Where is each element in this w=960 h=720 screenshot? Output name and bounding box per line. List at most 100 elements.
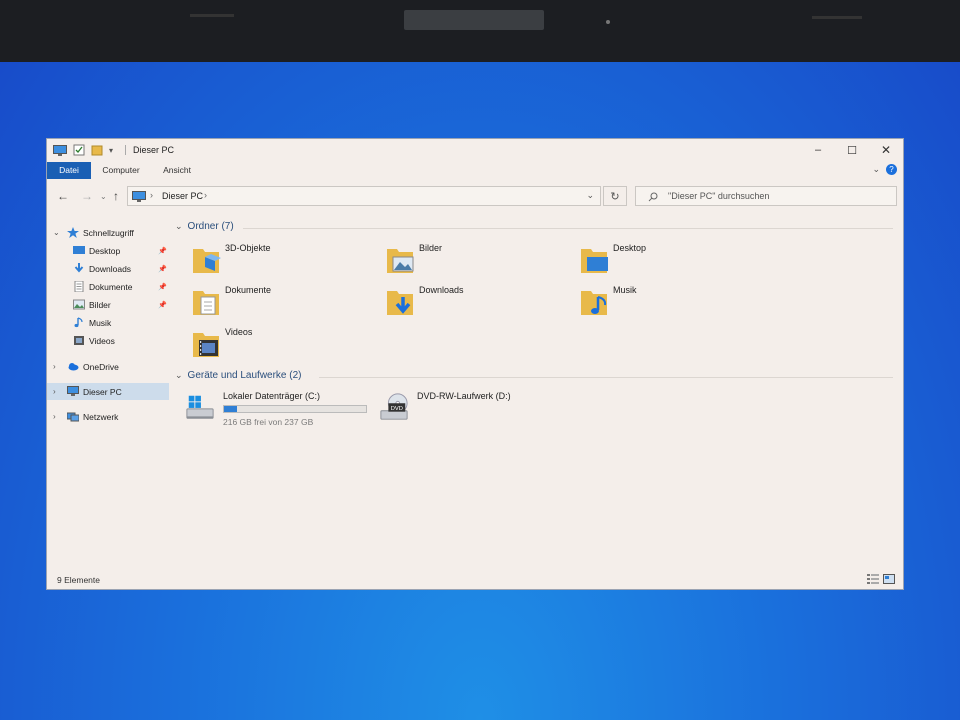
view-toggle-group — [867, 574, 895, 584]
section-header-ordner[interactable]: ⌄ Ordner (7) — [175, 221, 234, 232]
large-icons-view-icon[interactable] — [883, 574, 895, 584]
address-bar[interactable]: › Dieser PC › ⌄ — [127, 186, 601, 206]
sidebar-item-downloads[interactable]: Downloads 📌 — [47, 260, 169, 277]
pin-icon[interactable]: 📌 — [158, 283, 167, 291]
folder-desktop[interactable]: Desktop — [579, 243, 769, 283]
video-icon — [74, 336, 84, 345]
music-icon — [74, 317, 83, 328]
chevron-right-icon[interactable]: › — [53, 362, 56, 371]
file-explorer-window: ▾ Dieser PC – ☐ ✕ Datei Computer Ansicht… — [46, 138, 904, 590]
content-pane: ⌄ Ordner (7) 3D-Objekte Bilder Desktop D… — [171, 219, 901, 579]
window-title: Dieser PC — [133, 145, 175, 155]
address-dropdown-chevron-icon[interactable]: ⌄ — [586, 190, 594, 201]
drive-c[interactable]: Lokaler Datenträger (C:) 216 GB frei von… — [185, 391, 375, 431]
svg-text:DVD: DVD — [391, 406, 403, 412]
pin-icon[interactable]: 📌 — [158, 247, 167, 255]
drive-d[interactable]: DVD DVD-RW-Laufwerk (D:) — [379, 391, 569, 431]
windows-drive-icon — [186, 395, 214, 419]
sidebar-item-schnellzugriff[interactable]: ⌄ Schnellzugriff — [47, 224, 169, 241]
refresh-button[interactable]: ↻ — [603, 186, 627, 206]
network-icon — [67, 412, 79, 422]
customize-toolbar-icon[interactable]: ▾ — [109, 143, 113, 157]
sidebar-item-label: Desktop — [89, 245, 121, 256]
sidebar-item-label: Bilder — [89, 299, 111, 310]
ribbon-controls: ⌄ ? — [872, 164, 897, 175]
pin-icon[interactable]: 📌 — [158, 301, 167, 309]
address-path[interactable]: Dieser PC — [162, 191, 203, 201]
downloads-folder-icon — [387, 291, 413, 315]
folder-label: Desktop — [613, 243, 647, 253]
recent-locations-chevron-icon[interactable]: ⌄ — [100, 192, 107, 201]
chevron-right-icon[interactable]: › — [53, 412, 56, 421]
ribbon: Datei Computer Ansicht ⌄ ? — [47, 162, 903, 179]
minimize-button[interactable]: – — [803, 142, 833, 158]
folder-label: Videos — [225, 327, 253, 337]
star-icon — [67, 227, 79, 238]
section-title: Geräte und Laufwerke (2) — [187, 370, 302, 381]
tab-datei[interactable]: Datei — [47, 162, 91, 179]
dvd-drive-icon: DVD — [380, 393, 408, 420]
sidebar-item-dieser-pc[interactable]: › Dieser PC — [47, 383, 169, 400]
help-icon[interactable]: ? — [886, 164, 897, 175]
sidebar-item-dokumente[interactable]: Dokumente 📌 — [47, 278, 169, 295]
folder-dokumente[interactable]: Dokumente — [191, 285, 381, 325]
music-folder-icon — [581, 291, 607, 315]
chevron-down-icon[interactable]: ⌄ — [53, 228, 60, 237]
folder-label: Musik — [613, 285, 637, 295]
expand-ribbon-chevron-icon[interactable]: ⌄ — [872, 164, 880, 175]
sidebar-item-label: Dieser PC — [83, 386, 122, 397]
documents-folder-icon — [193, 291, 219, 315]
videos-folder-icon — [193, 333, 219, 357]
sidebar-item-netzwerk[interactable]: › Netzwerk — [47, 408, 169, 425]
bezel-slit — [190, 14, 234, 17]
sidebar-item-desktop[interactable]: Desktop 📌 — [47, 242, 169, 259]
sidebar-item-bilder[interactable]: Bilder 📌 — [47, 296, 169, 313]
chevron-down-icon[interactable]: ⌄ — [175, 370, 183, 381]
computer-icon — [67, 386, 79, 396]
up-arrow-icon[interactable]: ↑ — [113, 189, 119, 203]
section-divider — [319, 377, 893, 378]
maximize-button[interactable]: ☐ — [837, 142, 867, 158]
bezel-slit — [812, 16, 862, 19]
tab-computer[interactable]: Computer — [95, 162, 147, 179]
sidebar-item-onedrive[interactable]: › OneDrive — [47, 358, 169, 375]
sidebar-item-label: Downloads — [89, 263, 132, 274]
search-input[interactable]: "Dieser PC" durchsuchen — [635, 186, 897, 206]
sidebar-item-label: Musik — [89, 317, 112, 328]
sidebar-item-label: Netzwerk — [83, 411, 119, 422]
section-header-geraete[interactable]: ⌄ Geräte und Laufwerke (2) — [175, 370, 302, 381]
properties-icon[interactable] — [73, 143, 85, 157]
folder-label: 3D-Objekte — [225, 243, 271, 253]
new-folder-icon[interactable] — [91, 143, 103, 157]
drive-label: Lokaler Datenträger (C:) — [223, 391, 321, 401]
back-arrow-icon[interactable]: ← — [57, 189, 69, 203]
pictures-icon — [73, 299, 85, 310]
folder-3d-objekte[interactable]: 3D-Objekte — [191, 243, 381, 283]
drive-usage-bar — [223, 405, 367, 413]
3d-objects-folder-icon — [193, 249, 221, 273]
chevron-right-icon[interactable]: › — [204, 190, 207, 200]
forward-arrow-icon[interactable]: → — [81, 189, 93, 203]
sidebar-item-label: Videos — [89, 335, 115, 346]
folder-bilder[interactable]: Bilder — [385, 243, 575, 283]
sidebar-item-videos[interactable]: Videos — [47, 332, 169, 349]
folder-downloads[interactable]: Downloads — [385, 285, 575, 325]
pictures-folder-icon — [387, 249, 414, 273]
folder-videos[interactable]: Videos — [191, 327, 381, 367]
monitor-bezel — [0, 0, 960, 62]
desktop-folder-icon — [581, 249, 608, 273]
folder-musik[interactable]: Musik — [579, 285, 769, 325]
tab-ansicht[interactable]: Ansicht — [155, 162, 199, 179]
close-button[interactable]: ✕ — [871, 142, 901, 158]
search-placeholder: "Dieser PC" durchsuchen — [668, 191, 770, 201]
drive-usage-fill — [224, 406, 237, 412]
webcam-light — [606, 20, 610, 24]
search-icon — [648, 192, 658, 202]
chevron-right-icon[interactable]: › — [53, 387, 56, 396]
chevron-down-icon[interactable]: ⌄ — [175, 221, 183, 232]
details-view-icon[interactable] — [867, 574, 879, 584]
drive-free-space: 216 GB frei von 237 GB — [223, 417, 314, 427]
computer-icon — [132, 191, 146, 202]
pin-icon[interactable]: 📌 — [158, 265, 167, 273]
sidebar-item-musik[interactable]: Musik — [47, 314, 169, 331]
